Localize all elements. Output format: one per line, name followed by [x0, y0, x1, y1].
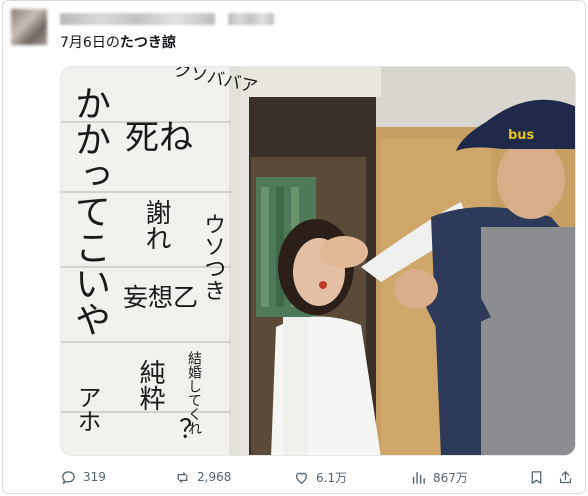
- author-handle-redacted: [228, 13, 274, 25]
- wall-text-2: アホ: [73, 385, 101, 433]
- share-button[interactable]: [557, 466, 580, 488]
- views-button[interactable]: 867万: [410, 466, 468, 488]
- like-icon: [295, 472, 308, 484]
- repost-button[interactable]: 2,968: [174, 466, 231, 488]
- bookmark-button[interactable]: [528, 466, 551, 488]
- views-icon: [412, 471, 425, 484]
- wall-text-6: 妄想乙: [123, 283, 199, 312]
- wall-text-8: ウソつき: [200, 213, 225, 301]
- wall-text-10: ？: [179, 415, 206, 445]
- wall-text-1: かかってこいや: [69, 85, 110, 337]
- author-name-redacted[interactable]: [60, 13, 215, 25]
- views-count: 867万: [433, 470, 468, 485]
- repost-count: 2,968: [197, 470, 232, 484]
- reply-count: 319: [83, 470, 106, 484]
- avatar[interactable]: [11, 9, 47, 45]
- share-icon: [559, 470, 572, 483]
- tweet-photo[interactable]: bus かかってこいや アホ クソババア 死ね 謝れ 妄想乙 純粋 ウソつき 結…: [60, 66, 576, 456]
- wall-text-4: 死ね: [125, 118, 193, 158]
- repost-icon: [177, 471, 188, 483]
- reply-icon: [62, 470, 75, 485]
- wall-text-7: 純粋: [135, 359, 165, 411]
- tweet-text: 7月6日のたつき諒: [60, 34, 176, 52]
- tweet-text-name: たつき諒: [119, 35, 176, 51]
- wall-text-5: 謝れ: [141, 199, 171, 251]
- reply-button[interactable]: 319: [60, 466, 106, 488]
- cap-logo: bus: [508, 128, 535, 143]
- like-count: 6.1万: [316, 470, 348, 485]
- bookmark-icon: [531, 470, 542, 484]
- tweet-text-date: 7月6日の: [60, 35, 120, 51]
- tweet-actions: 319 2,968 6.1万 867万: [60, 466, 576, 488]
- like-button[interactable]: 6.1万: [293, 466, 347, 488]
